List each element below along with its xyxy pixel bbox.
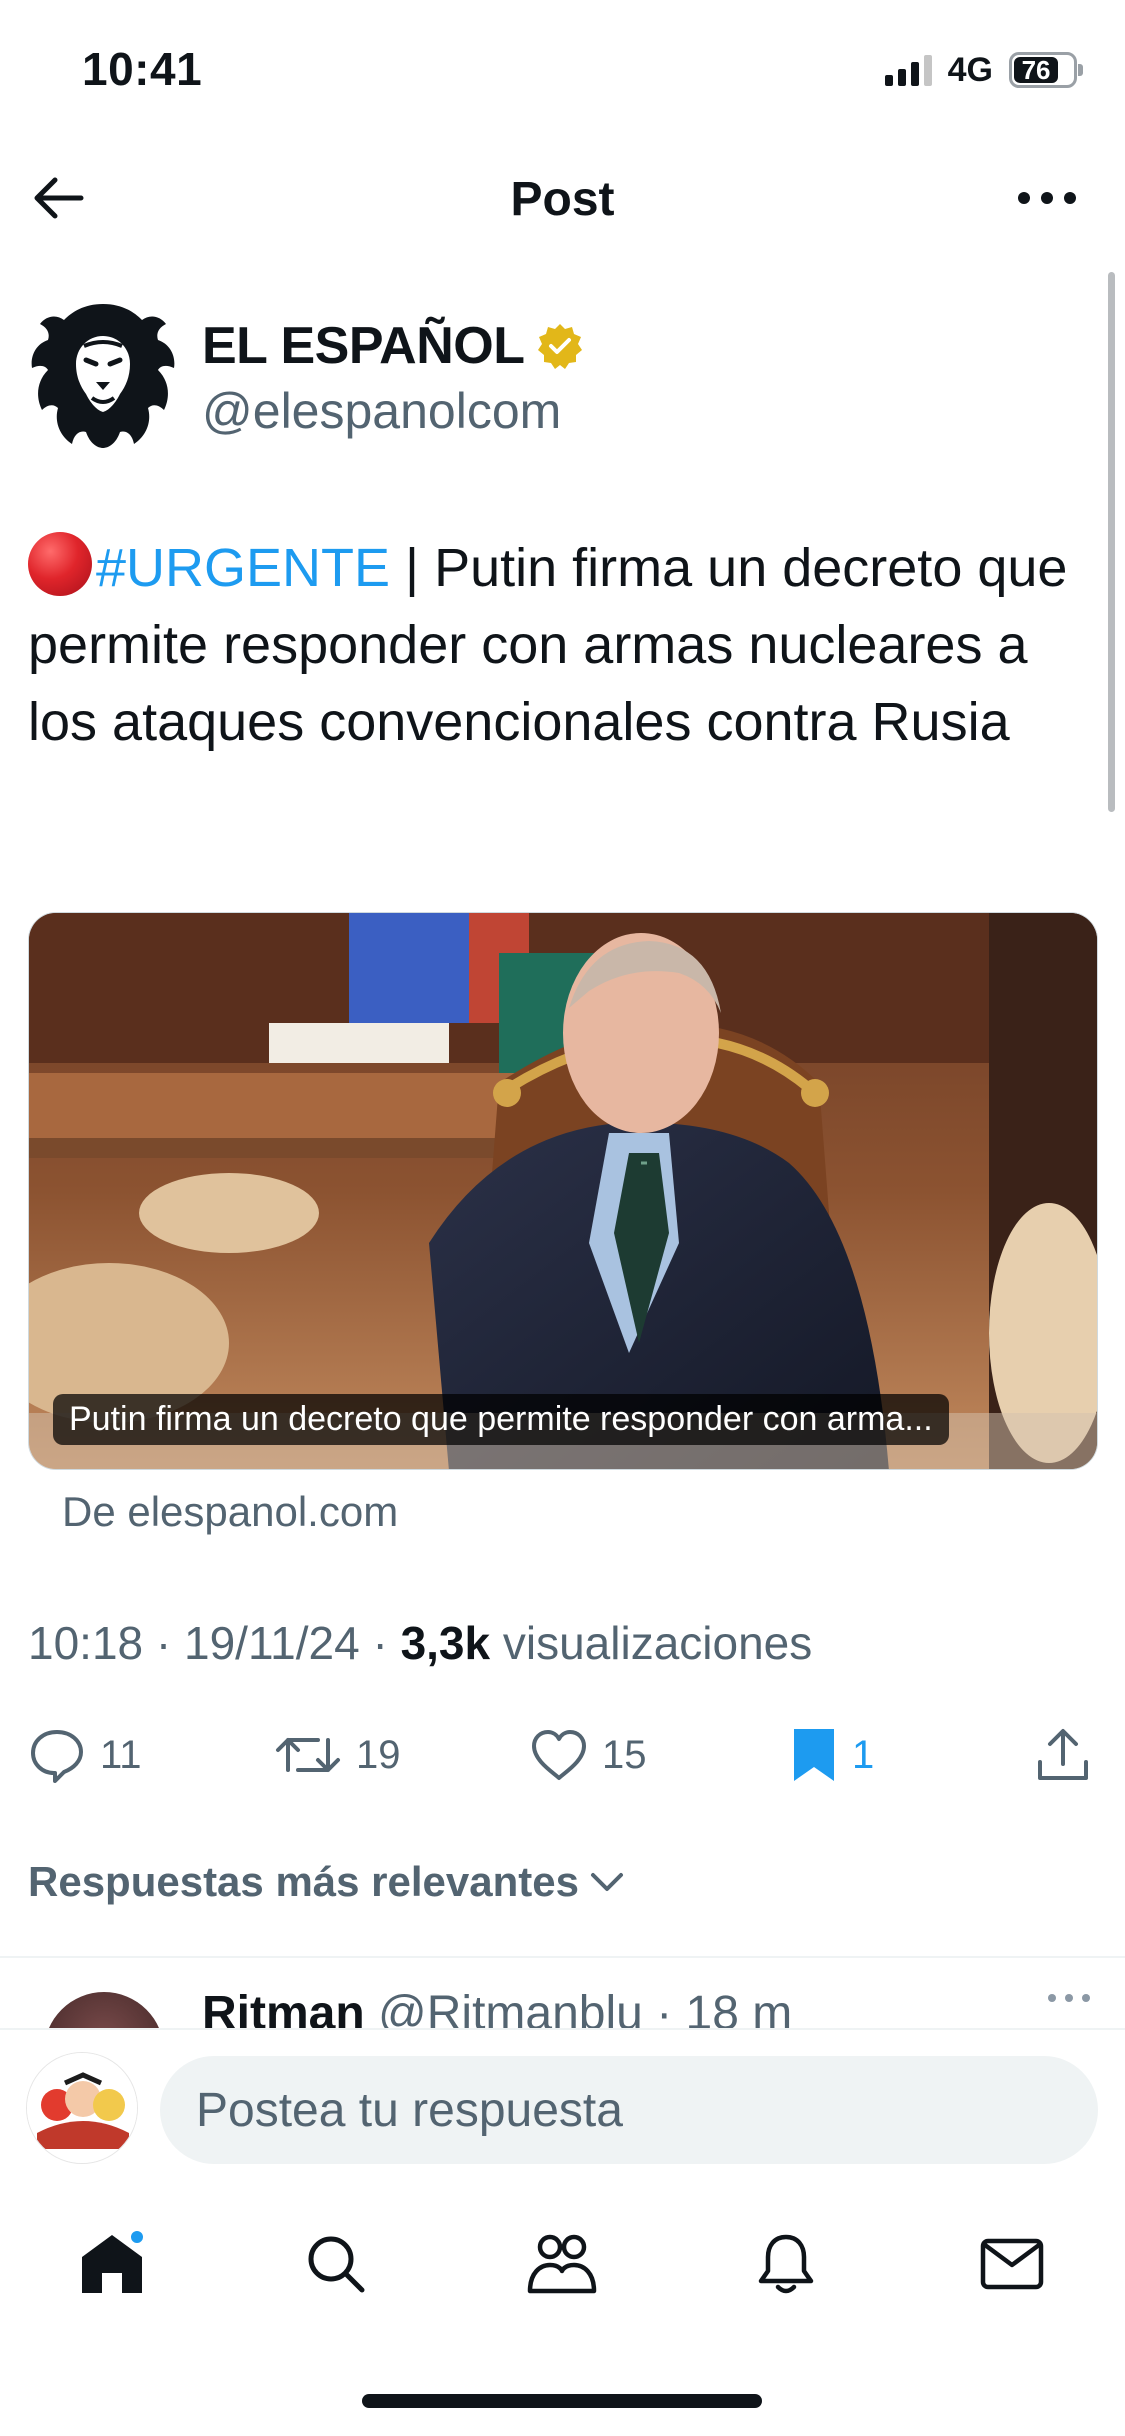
- post-header: Post: [0, 150, 1125, 246]
- post-time: 10:18: [28, 1617, 144, 1669]
- replies-sort-dropdown[interactable]: Respuestas más relevantes: [28, 1858, 625, 1906]
- chevron-down-icon: [590, 1873, 623, 1891]
- article-image: [29, 913, 1097, 1469]
- reply-avatar[interactable]: [44, 1992, 164, 2030]
- author-name-row: EL ESPAÑOL: [202, 316, 584, 376]
- views-label: visualizaciones: [502, 1617, 813, 1669]
- like-count: 15: [602, 1732, 647, 1777]
- card-caption: Putin firma un decreto que permite respo…: [53, 1394, 949, 1445]
- page-title: Post: [510, 173, 615, 226]
- reply-input[interactable]: Postea tu respuesta: [160, 2056, 1098, 2164]
- tab-notifications[interactable]: [746, 2224, 826, 2304]
- signal-icon: [884, 54, 932, 86]
- bell-icon: [758, 2234, 814, 2294]
- more-options-button[interactable]: [1007, 168, 1087, 228]
- tweet-text: #URGENTE | Putin firma un decreto que pe…: [28, 530, 1088, 761]
- reply-icon: [31, 1730, 83, 1783]
- reply-button[interactable]: 11: [28, 1720, 142, 1790]
- reply-item[interactable]: Ritman @Ritmanblu · 18 m: [0, 1960, 1125, 2030]
- post-date: 19/11/24: [184, 1617, 360, 1669]
- action-bar: 11 19 15 1: [0, 1720, 1125, 1790]
- author-name[interactable]: EL ESPAÑOL: [202, 316, 525, 376]
- more-horizontal-icon: [1018, 192, 1076, 204]
- author-avatar[interactable]: [26, 298, 180, 452]
- tab-communities[interactable]: [522, 2224, 602, 2304]
- bookmark-filled-icon: [794, 1729, 834, 1781]
- status-indicators: 4G 76: [884, 48, 1083, 92]
- home-indicator[interactable]: [362, 2394, 762, 2408]
- section-divider: [0, 1956, 1125, 1958]
- battery-level: 76: [1014, 55, 1059, 85]
- reply-author-handle: @Ritmanblu · 18 m: [378, 1987, 793, 2030]
- share-button[interactable]: [1034, 1720, 1092, 1790]
- user-avatar[interactable]: [26, 2052, 138, 2164]
- communities-icon: [527, 2234, 597, 2294]
- more-horizontal-icon: [1048, 1994, 1090, 2002]
- repost-icon: [276, 1738, 340, 1772]
- replies-sort-label: Respuestas más relevantes: [28, 1858, 579, 1905]
- home-notification-dot: [128, 2228, 146, 2246]
- reply-author-name[interactable]: Ritman: [202, 1987, 365, 2030]
- tab-home[interactable]: [72, 2224, 152, 2304]
- author-block[interactable]: EL ESPAÑOL @elespanolcom: [26, 298, 1026, 458]
- tab-messages[interactable]: [972, 2224, 1052, 2304]
- lion-logo-icon: [26, 298, 180, 452]
- reply-header: Ritman @Ritmanblu · 18 m: [202, 1986, 792, 2030]
- bookmark-button[interactable]: 1: [790, 1720, 874, 1790]
- red-circle-icon: [28, 532, 92, 596]
- card-source[interactable]: De elespanol.com: [62, 1488, 398, 1536]
- battery-icon: 76: [1009, 52, 1083, 88]
- gold-verified-badge-icon: [538, 324, 583, 369]
- hashtag-link[interactable]: #URGENTE: [96, 538, 390, 598]
- user-avatar-image: [27, 2053, 137, 2163]
- status-time: 10:41: [82, 43, 203, 95]
- tab-search[interactable]: [296, 2224, 376, 2304]
- share-icon: [1038, 1729, 1088, 1780]
- bookmark-count: 1: [852, 1732, 875, 1777]
- repost-button[interactable]: 19: [274, 1720, 401, 1790]
- reply-more-button[interactable]: [1047, 1990, 1091, 2008]
- network-type: 4G: [947, 50, 993, 89]
- repost-count: 19: [356, 1732, 401, 1777]
- status-bar: 10:41 4G 76: [0, 0, 1125, 140]
- reply-count: 11: [100, 1732, 142, 1777]
- scroll-indicator[interactable]: [1108, 272, 1115, 812]
- views-count: 3,3k: [400, 1617, 491, 1669]
- link-preview-card[interactable]: Putin firma un decreto que permite respo…: [28, 912, 1098, 1470]
- envelope-icon: [980, 2238, 1044, 2290]
- post-meta: 10:18 · 19/11/24 · 3,3k visualizaciones: [28, 1617, 813, 1669]
- search-icon: [308, 2236, 365, 2293]
- author-handle[interactable]: @elespanolcom: [202, 382, 561, 440]
- like-button[interactable]: 15: [530, 1720, 647, 1790]
- bottom-tab-bar: [0, 2196, 1125, 2326]
- heart-icon: [532, 1730, 586, 1780]
- reply-composer: Postea tu respuesta: [0, 2028, 1125, 2188]
